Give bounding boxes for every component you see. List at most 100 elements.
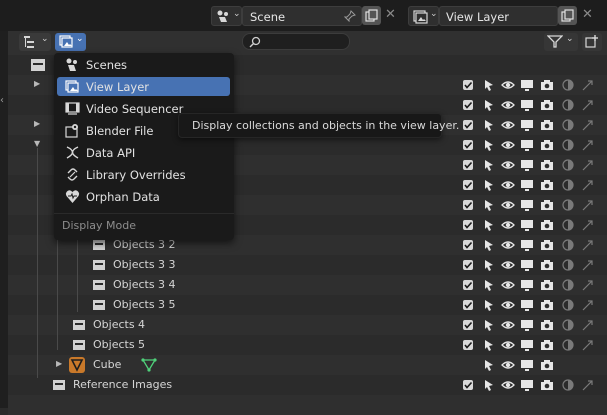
camera-icon[interactable] <box>540 338 554 352</box>
holdout-icon[interactable] <box>561 118 575 132</box>
indirect-only-icon[interactable] <box>581 338 595 352</box>
holdout-icon[interactable] <box>561 138 575 152</box>
eye-icon[interactable] <box>501 218 515 232</box>
monitor-icon[interactable] <box>520 98 534 112</box>
chevron-left-icon[interactable]: ‹ <box>0 95 4 106</box>
expand-arrow-icon[interactable]: ▶ <box>34 119 40 128</box>
holdout-icon[interactable] <box>561 278 575 292</box>
holdout-icon[interactable] <box>561 158 575 172</box>
menu-item-orphan-data[interactable]: Orphan Data <box>57 187 230 206</box>
select-arrow-icon[interactable] <box>482 278 496 292</box>
select-arrow-icon[interactable] <box>482 198 496 212</box>
tree-row[interactable]: Objects 4 <box>8 315 607 335</box>
holdout-icon[interactable] <box>561 258 575 272</box>
holdout-icon[interactable] <box>561 298 575 312</box>
eye-icon[interactable] <box>501 238 515 252</box>
camera-icon[interactable] <box>540 358 554 372</box>
eye-icon[interactable] <box>501 118 515 132</box>
camera-icon[interactable] <box>540 138 554 152</box>
exclude-checkbox[interactable] <box>463 120 473 130</box>
monitor-icon[interactable] <box>520 278 534 292</box>
tree-row[interactable]: Objects 3 3 <box>8 255 607 275</box>
holdout-icon[interactable] <box>561 178 575 192</box>
select-arrow-icon[interactable] <box>482 358 496 372</box>
tree-row-cube[interactable]: ▶ Cube <box>8 355 607 375</box>
tree-row[interactable]: Reference Images <box>8 375 607 395</box>
select-arrow-icon[interactable] <box>482 318 496 332</box>
monitor-icon[interactable] <box>520 258 534 272</box>
monitor-icon[interactable] <box>520 358 534 372</box>
eye-icon[interactable] <box>501 138 515 152</box>
eye-icon[interactable] <box>501 178 515 192</box>
monitor-icon[interactable] <box>520 378 534 392</box>
camera-icon[interactable] <box>540 118 554 132</box>
delete-view-layer-button[interactable]: ✕ <box>578 6 597 25</box>
search-input[interactable] <box>242 33 350 50</box>
view-layer-name-field[interactable]: View Layer <box>439 6 558 26</box>
exclude-checkbox[interactable] <box>463 300 473 310</box>
select-arrow-icon[interactable] <box>482 238 496 252</box>
editor-type-button[interactable]: ⌄ <box>19 33 51 51</box>
pin-icon[interactable] <box>344 10 356 22</box>
camera-icon[interactable] <box>540 378 554 392</box>
indirect-only-icon[interactable] <box>581 218 595 232</box>
eye-icon[interactable] <box>501 258 515 272</box>
holdout-icon[interactable] <box>561 238 575 252</box>
eye-icon[interactable] <box>501 198 515 212</box>
camera-icon[interactable] <box>540 278 554 292</box>
menu-item-view-layer[interactable]: View Layer <box>57 77 230 96</box>
select-arrow-icon[interactable] <box>482 378 496 392</box>
exclude-checkbox[interactable] <box>463 220 473 230</box>
exclude-checkbox[interactable] <box>463 80 473 90</box>
indirect-only-icon[interactable] <box>581 258 595 272</box>
select-arrow-icon[interactable] <box>482 98 496 112</box>
indirect-only-icon[interactable] <box>581 198 595 212</box>
tree-row[interactable]: Objects 3 5 <box>8 295 607 315</box>
exclude-checkbox[interactable] <box>463 320 473 330</box>
camera-icon[interactable] <box>540 158 554 172</box>
indirect-only-icon[interactable] <box>581 158 595 172</box>
menu-item-scenes[interactable]: Scenes <box>57 55 230 74</box>
monitor-icon[interactable] <box>520 318 534 332</box>
view-layer-browse-button[interactable]: ⌄ <box>408 6 439 26</box>
exclude-checkbox[interactable] <box>463 100 473 110</box>
camera-icon[interactable] <box>540 298 554 312</box>
menu-item-library-overrides[interactable]: Library Overrides <box>57 165 230 184</box>
holdout-icon[interactable] <box>561 218 575 232</box>
tree-row[interactable] <box>8 395 607 415</box>
exclude-checkbox[interactable] <box>463 240 473 250</box>
select-arrow-icon[interactable] <box>482 178 496 192</box>
expand-arrow-icon[interactable]: ▶ <box>34 79 40 88</box>
new-collection-button[interactable] <box>582 33 602 51</box>
holdout-icon[interactable] <box>561 318 575 332</box>
monitor-icon[interactable] <box>520 298 534 312</box>
exclude-checkbox[interactable] <box>463 280 473 290</box>
indirect-only-icon[interactable] <box>581 378 595 392</box>
camera-icon[interactable] <box>540 238 554 252</box>
exclude-checkbox[interactable] <box>463 260 473 270</box>
scene-browse-button[interactable]: ⌄ <box>211 6 242 26</box>
select-arrow-icon[interactable] <box>482 258 496 272</box>
select-arrow-icon[interactable] <box>482 218 496 232</box>
select-arrow-icon[interactable] <box>482 78 496 92</box>
collapse-arrow-icon[interactable]: ▼ <box>34 139 40 148</box>
exclude-checkbox[interactable] <box>463 160 473 170</box>
new-view-layer-button[interactable] <box>558 6 577 25</box>
indirect-only-icon[interactable] <box>581 78 595 92</box>
expand-arrow-icon[interactable]: ▶ <box>56 359 62 368</box>
eye-icon[interactable] <box>501 298 515 312</box>
exclude-checkbox[interactable] <box>463 200 473 210</box>
eye-icon[interactable] <box>501 158 515 172</box>
eye-icon[interactable] <box>501 78 515 92</box>
indirect-only-icon[interactable] <box>581 138 595 152</box>
holdout-icon[interactable] <box>561 338 575 352</box>
select-arrow-icon[interactable] <box>482 298 496 312</box>
eye-icon[interactable] <box>501 278 515 292</box>
select-arrow-icon[interactable] <box>482 138 496 152</box>
exclude-checkbox[interactable] <box>463 140 473 150</box>
select-arrow-icon[interactable] <box>482 118 496 132</box>
delete-scene-button[interactable]: ✕ <box>381 6 400 25</box>
exclude-checkbox[interactable] <box>463 180 473 190</box>
indirect-only-icon[interactable] <box>581 178 595 192</box>
holdout-icon[interactable] <box>561 198 575 212</box>
